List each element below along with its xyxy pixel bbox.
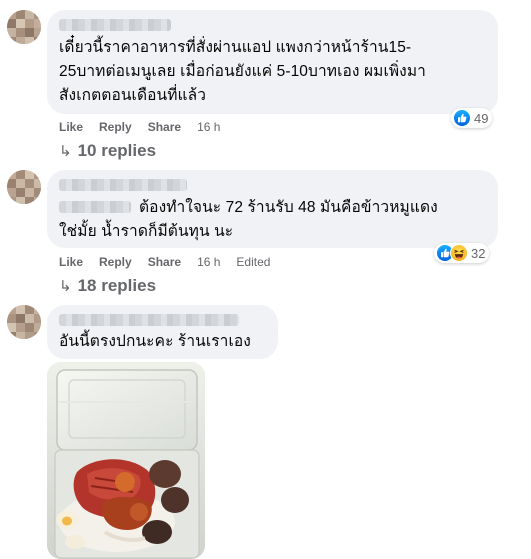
reply-action[interactable]: Reply <box>99 120 132 134</box>
view-replies-link[interactable]: ↳ 10 replies <box>59 141 156 161</box>
reply-arrow-icon: ↳ <box>59 143 72 160</box>
timestamp[interactable]: 16 h <box>197 120 220 134</box>
reaction-count: 32 <box>471 245 486 261</box>
reply-action[interactable]: Reply <box>99 255 132 269</box>
comment-bubble: ต้องทำใจนะ 72 ร้านรับ 48 มันคือข้าวหมูแด… <box>47 170 498 248</box>
replies-count-label: 18 replies <box>77 276 157 295</box>
comment-2: ต้องทำใจนะ 72 ร้านรับ 48 มันคือข้าวหมูแด… <box>0 170 531 305</box>
red-pork-rice-box-photo <box>47 362 205 559</box>
haha-icon <box>450 244 468 262</box>
replies-count-label: 10 replies <box>77 141 157 160</box>
reaction-summary[interactable]: 32 <box>434 243 490 263</box>
reaction-summary[interactable]: 49 <box>451 108 493 128</box>
timestamp[interactable]: 16 h <box>197 255 220 269</box>
like-action[interactable]: Like <box>59 255 83 269</box>
author-name-redacted[interactable] <box>59 179 187 191</box>
edited-label[interactable]: Edited <box>236 255 270 269</box>
comment-actions: Like Reply Share 16 h Edited <box>59 255 270 269</box>
like-icon <box>453 109 471 127</box>
avatar[interactable] <box>7 305 41 339</box>
avatar[interactable] <box>7 170 41 204</box>
attached-photo[interactable] <box>47 362 205 559</box>
like-action[interactable]: Like <box>59 120 83 134</box>
comment-bubble: เดี๋ยวนี้ราคาอาหารที่สั่งผ่านแอป แพงกว่า… <box>47 10 498 114</box>
comment-text: อันนี้ตรงปกนะคะ ร้านเราเอง <box>59 333 251 350</box>
comment-text: ต้องทำใจนะ 72 ร้านรับ 48 มันคือข้าวหมูแด… <box>59 199 438 240</box>
share-action[interactable]: Share <box>148 255 181 269</box>
reply-arrow-icon: ↳ <box>59 278 72 295</box>
reaction-count: 49 <box>474 110 489 126</box>
share-action[interactable]: Share <box>148 120 181 134</box>
view-replies-link[interactable]: ↳ 18 replies <box>59 276 156 296</box>
author-name-redacted[interactable] <box>59 19 171 31</box>
comment-1: เดี๋ยวนี้ราคาอาหารที่สั่งผ่านแอป แพงกว่า… <box>0 0 531 170</box>
comment-text: เดี๋ยวนี้ราคาอาหารที่สั่งผ่านแอป แพงกว่า… <box>59 39 426 104</box>
author-name-redacted[interactable] <box>59 314 239 326</box>
avatar[interactable] <box>7 10 41 44</box>
comment-bubble: อันนี้ตรงปกนะคะ ร้านเราเอง <box>47 305 278 359</box>
comment-actions: Like Reply Share 16 h <box>59 120 220 134</box>
